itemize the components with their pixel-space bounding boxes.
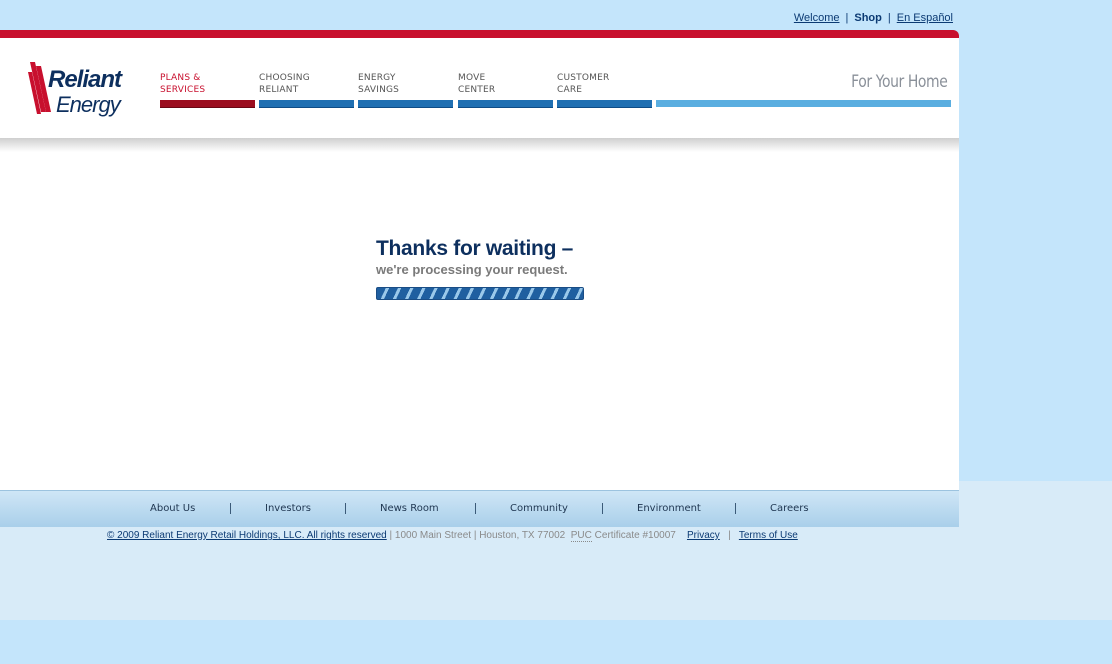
processing-progress-bar: [376, 287, 584, 300]
page: Welcome | Shop | En Español Reliant Energy P…: [0, 0, 959, 530]
utility-separator: |: [845, 12, 849, 24]
footer-link-careers[interactable]: Careers: [770, 503, 809, 514]
nav-label: PLANS & SERVICES: [160, 73, 206, 95]
nav-move-center[interactable]: MOVE CENTER: [458, 72, 553, 108]
header-red-rule: [0, 30, 959, 38]
nav-indicator: [358, 100, 453, 108]
wait-subtitle: we're processing your request.: [376, 262, 568, 277]
utility-bar: Welcome | Shop | En Español: [0, 0, 959, 30]
footer-link-environment[interactable]: Environment: [637, 503, 701, 514]
nav-label: CUSTOMER CARE: [557, 73, 610, 95]
legal-line: © 2009 Reliant Energy Retail Holdings, L…: [107, 530, 798, 542]
footer-link-about-us[interactable]: About Us: [150, 503, 195, 514]
tagline-bar: [656, 100, 951, 107]
footer-link-investors[interactable]: Investors: [265, 503, 311, 514]
footer-nav: About Us Investors News Room Community E…: [0, 490, 959, 527]
copyright-link[interactable]: © 2009 Reliant Energy Retail Holdings, L…: [107, 530, 387, 541]
nav-choosing-reliant[interactable]: CHOOSING RELIANT: [259, 72, 354, 108]
footer-divider: [602, 503, 603, 514]
certificate-text: Certificate #10007: [594, 530, 676, 541]
welcome-link[interactable]: Welcome: [794, 12, 840, 24]
terms-of-use-link[interactable]: Terms of Use: [739, 530, 798, 541]
nav-label: CHOOSING RELIANT: [259, 73, 310, 95]
nav-indicator: [557, 100, 652, 108]
footer-link-community[interactable]: Community: [510, 503, 568, 514]
puc-abbr: PUC: [570, 530, 592, 542]
nav-indicator: [458, 100, 553, 108]
shop-link[interactable]: Shop: [854, 12, 882, 24]
site-header: Reliant Energy PLANS & SERVICES CHOOSING…: [0, 38, 959, 138]
nav-customer-care[interactable]: CUSTOMER CARE: [557, 72, 652, 108]
nav-label: MOVE CENTER: [458, 73, 496, 95]
main-content: Thanks for waiting – we're processing yo…: [0, 152, 959, 490]
footer-divider: [735, 503, 736, 514]
reliant-energy-logo[interactable]: Reliant Energy: [26, 60, 136, 118]
footer-divider: [345, 503, 346, 514]
logo-line1: Reliant: [48, 66, 123, 93]
nav-plans-services[interactable]: PLANS & SERVICES: [160, 72, 255, 108]
tagline: For Your Home: [850, 72, 948, 92]
footer-divider: [230, 503, 231, 514]
footer-link-news-room[interactable]: News Room: [380, 503, 439, 514]
address-text: | 1000 Main Street | Houston, TX 77002: [389, 530, 566, 541]
espanol-link[interactable]: En Español: [897, 12, 953, 24]
nav-indicator: [160, 100, 255, 108]
legal-separator: |: [728, 530, 731, 541]
privacy-link[interactable]: Privacy: [687, 530, 720, 541]
header-shadow: [0, 138, 959, 152]
nav-indicator: [259, 100, 354, 108]
utility-separator: |: [887, 12, 891, 24]
utility-links: Welcome | Shop | En Español: [794, 12, 953, 24]
nav-energy-savings[interactable]: ENERGY SAVINGS: [358, 72, 453, 108]
nav-label: ENERGY SAVINGS: [358, 73, 400, 95]
footer-divider: [475, 503, 476, 514]
wait-title: Thanks for waiting –: [376, 237, 574, 260]
logo-line2: Energy: [56, 92, 123, 117]
